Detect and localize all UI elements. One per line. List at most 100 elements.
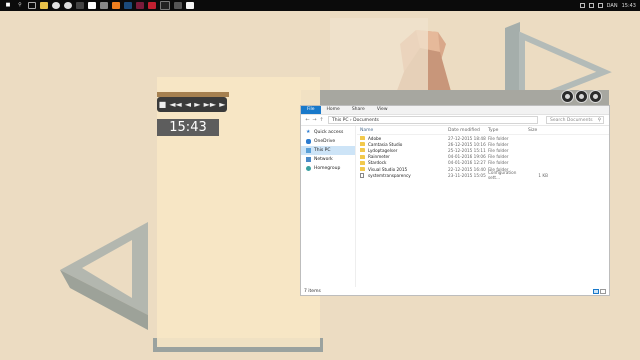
taskbar-clock[interactable]: 15:43 [622,3,636,9]
vlc-icon[interactable] [112,2,120,9]
column-headers: Name Date modified Type Size [357,126,609,135]
media-widget-panel [157,77,320,347]
column-shape [330,18,428,90]
column-type[interactable]: Type [488,128,528,133]
desktop-clock: 15:43 [157,119,219,136]
app-icon-2[interactable] [174,2,182,9]
tab-file[interactable]: File [301,106,321,114]
file-type: File folder [488,147,509,153]
file-list: Name Date modified Type Size Adobe 27-12-… [357,126,609,287]
folder-icon [360,160,365,165]
nav-item-network[interactable]: Network [301,155,355,164]
file-icon[interactable] [186,2,194,9]
nav-label: Network [314,157,333,162]
forward-icon[interactable]: → [311,117,318,123]
nav-label: This PC [314,148,331,153]
file-type: File folder [488,160,509,166]
play-button[interactable]: ► [194,100,200,109]
tab-share[interactable]: Share [346,106,371,114]
file-explorer-window: File Home Share View ← → ↑ This PC › Doc… [301,106,609,295]
search-icon: ⚲ [597,117,601,123]
steam-icon[interactable] [100,2,108,9]
illustrator-icon[interactable] [136,2,144,9]
nav-item-quick-access[interactable]: ★ Quick access [301,128,355,137]
previous-button[interactable]: ◄ [185,100,191,109]
fast-forward-button[interactable]: ►► [204,100,216,109]
status-bar: 7 items [301,287,612,295]
folder-icon [360,167,365,172]
chrome-icon[interactable] [52,2,60,9]
language-indicator[interactable]: DAN [607,3,618,9]
stop-button[interactable]: ■ [159,100,167,109]
file-date: 22-12-2015 16:40 [448,166,486,172]
navigation-pane: ★ Quick access OneDrive This PC Network … [301,126,356,287]
nav-item-onedrive[interactable]: OneDrive [301,137,355,146]
app-icon[interactable] [148,2,156,9]
tab-view[interactable]: View [371,106,394,114]
network-icon [306,157,311,162]
folder-icon[interactable] [40,2,48,9]
homegroup-icon [306,166,311,171]
folder-icon [360,142,365,147]
store-icon[interactable] [76,2,84,9]
nav-item-homegroup[interactable]: Homegroup [301,164,355,173]
rewind-button[interactable]: ◄◄ [169,100,181,109]
folder-icon [360,148,365,153]
nav-label: OneDrive [314,139,336,144]
file-name-cell: Stardock [357,160,448,165]
address-bar[interactable]: This PC › Documents [328,116,538,124]
file-date: 04-01-2016 19:06 [448,154,486,160]
file-icon [360,172,364,178]
search-input[interactable]: Search Documents ⚲ [546,116,604,124]
widget-circle-button-1[interactable] [561,90,574,103]
file-name: Stardock [368,160,387,166]
column-size[interactable]: Size [528,128,548,133]
taskbar: ■ ⚲ DAN 15:43 [0,0,640,11]
table-row[interactable]: systemtransparency 23-11-2015 15:05 Config… [357,170,609,180]
terminal-icon[interactable] [160,1,170,10]
back-icon[interactable]: ← [304,117,311,123]
cloud-icon [306,139,311,144]
file-name: Visual Studio 2015 [368,166,408,172]
file-date: 26-12-2015 10:16 [448,141,486,147]
nav-item-this-pc[interactable]: This PC [301,146,355,155]
icons-view-button[interactable] [600,289,606,294]
column-date[interactable]: Date modified [448,128,488,133]
widget-circle-button-3[interactable] [589,90,602,103]
search-icon[interactable]: ⚲ [16,2,24,9]
tab-home[interactable]: Home [321,106,346,114]
next-button[interactable]: ► [219,100,225,109]
task-view-icon[interactable] [28,2,36,9]
media-player-icon[interactable] [88,2,96,9]
file-name-cell: systemtransparency [357,172,448,178]
volume-icon[interactable] [597,3,603,8]
file-type: File folder [488,135,509,141]
system-tray: DAN 15:43 [579,0,636,11]
file-date: 25-12-2015 15:11 [448,147,486,153]
folder-icon [360,136,365,141]
folder-icon [360,154,365,159]
network-icon[interactable] [588,3,594,8]
file-rows: Adobe 27-12-2015 18:48 File folder Camtasia… [357,135,609,180]
file-type: File folder [488,141,509,147]
nav-label: Quick access [314,130,344,135]
search-placeholder: Search Documents [550,117,593,123]
tray-arrow-icon[interactable] [579,3,585,8]
file-name: systemtransparency [368,172,411,178]
xbox-icon[interactable] [64,2,72,9]
file-date: 23-11-2015 15:05 [448,172,486,178]
item-count: 7 items [304,288,321,294]
widget-circle-button-2[interactable] [575,90,588,103]
column-name[interactable]: Name [357,128,448,133]
file-date: 27-12-2015 18:48 [448,135,486,141]
file-name: Adobe [368,135,382,141]
up-icon[interactable]: ↑ [318,117,325,123]
start-icon[interactable]: ■ [4,2,12,9]
file-name: Rainmeter [368,154,390,160]
computer-icon [306,148,311,153]
file-date: 04-01-2016 12:27 [448,160,486,166]
file-name-cell: Camtasia Studio [357,142,448,147]
file-name-cell: Visual Studio 2015 [357,167,448,172]
details-view-button[interactable] [593,289,599,294]
photoshop-icon[interactable] [124,2,132,9]
